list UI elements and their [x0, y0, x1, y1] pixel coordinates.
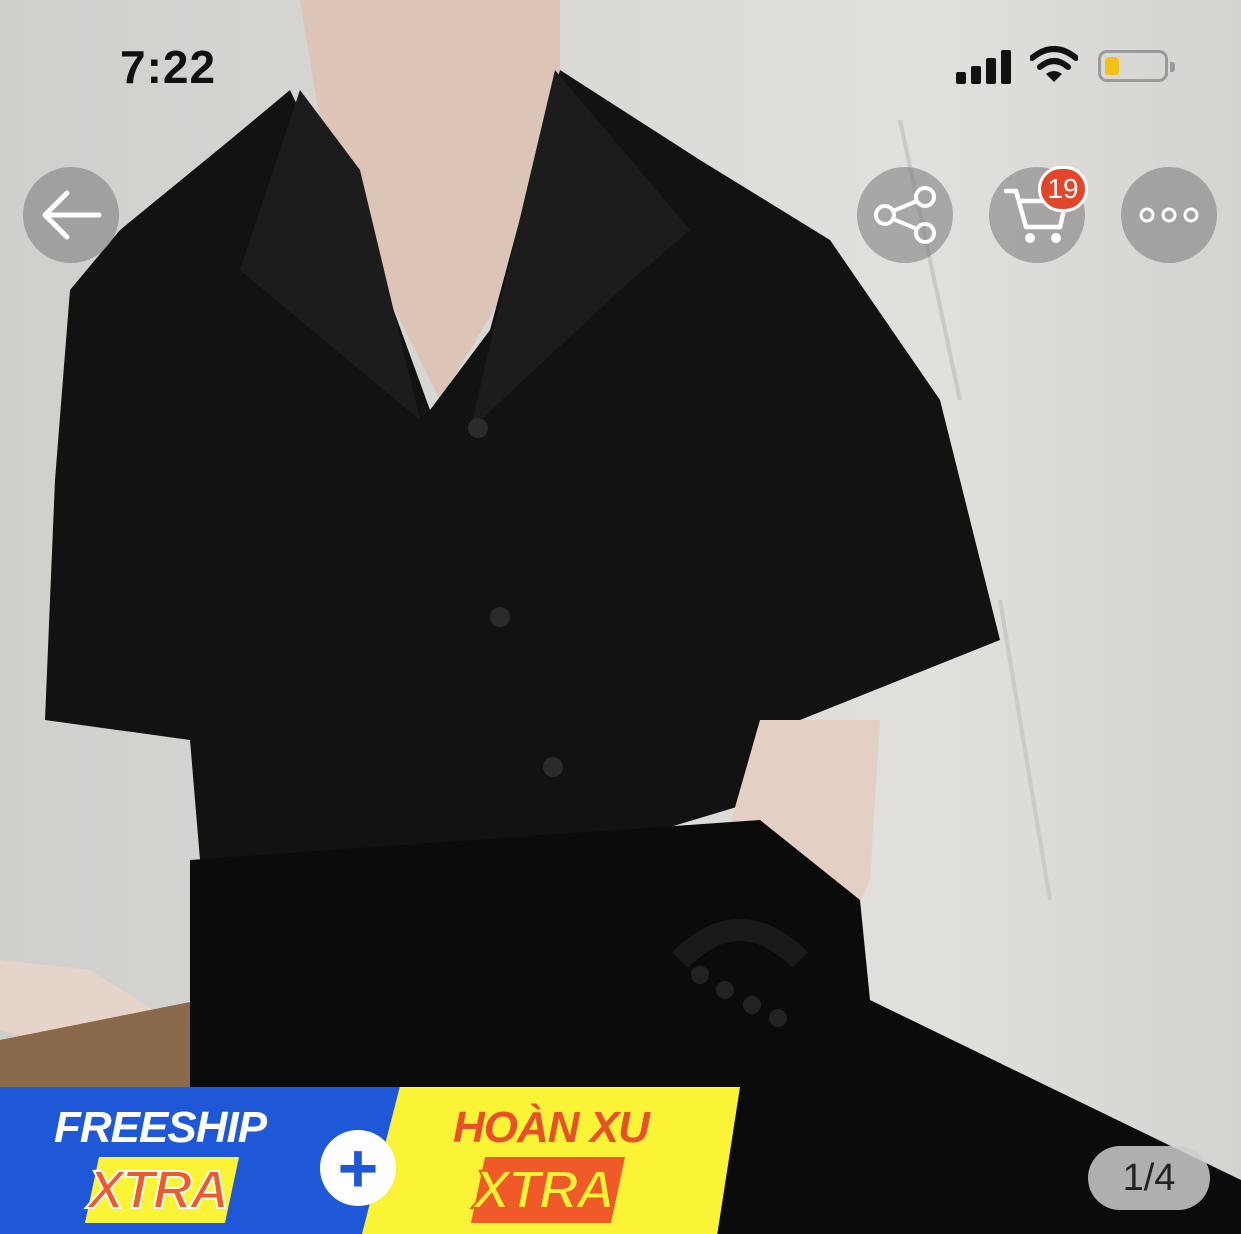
wifi-icon [1030, 46, 1078, 82]
more-button[interactable] [1121, 167, 1217, 263]
hoanxu-title: HOÀN XU [453, 1103, 650, 1152]
battery-icon [1098, 50, 1175, 82]
share-button[interactable] [857, 167, 953, 263]
plus-icon: + [320, 1130, 396, 1206]
freeship-title: FREESHIP [54, 1103, 267, 1152]
cellular-signal-icon [956, 48, 1012, 84]
back-button[interactable] [23, 167, 119, 263]
image-page-indicator: 1/4 [1088, 1146, 1210, 1210]
more-dots-icon [1139, 207, 1199, 223]
status-time: 7:22 [120, 41, 217, 93]
cart-count-badge: 19 [1038, 166, 1088, 212]
share-icon [874, 186, 936, 244]
arrow-left-icon [42, 190, 102, 240]
hoanxu-xtra-label: XTRA [473, 1159, 616, 1221]
freeship-xtra-label: XTRA [87, 1159, 230, 1221]
